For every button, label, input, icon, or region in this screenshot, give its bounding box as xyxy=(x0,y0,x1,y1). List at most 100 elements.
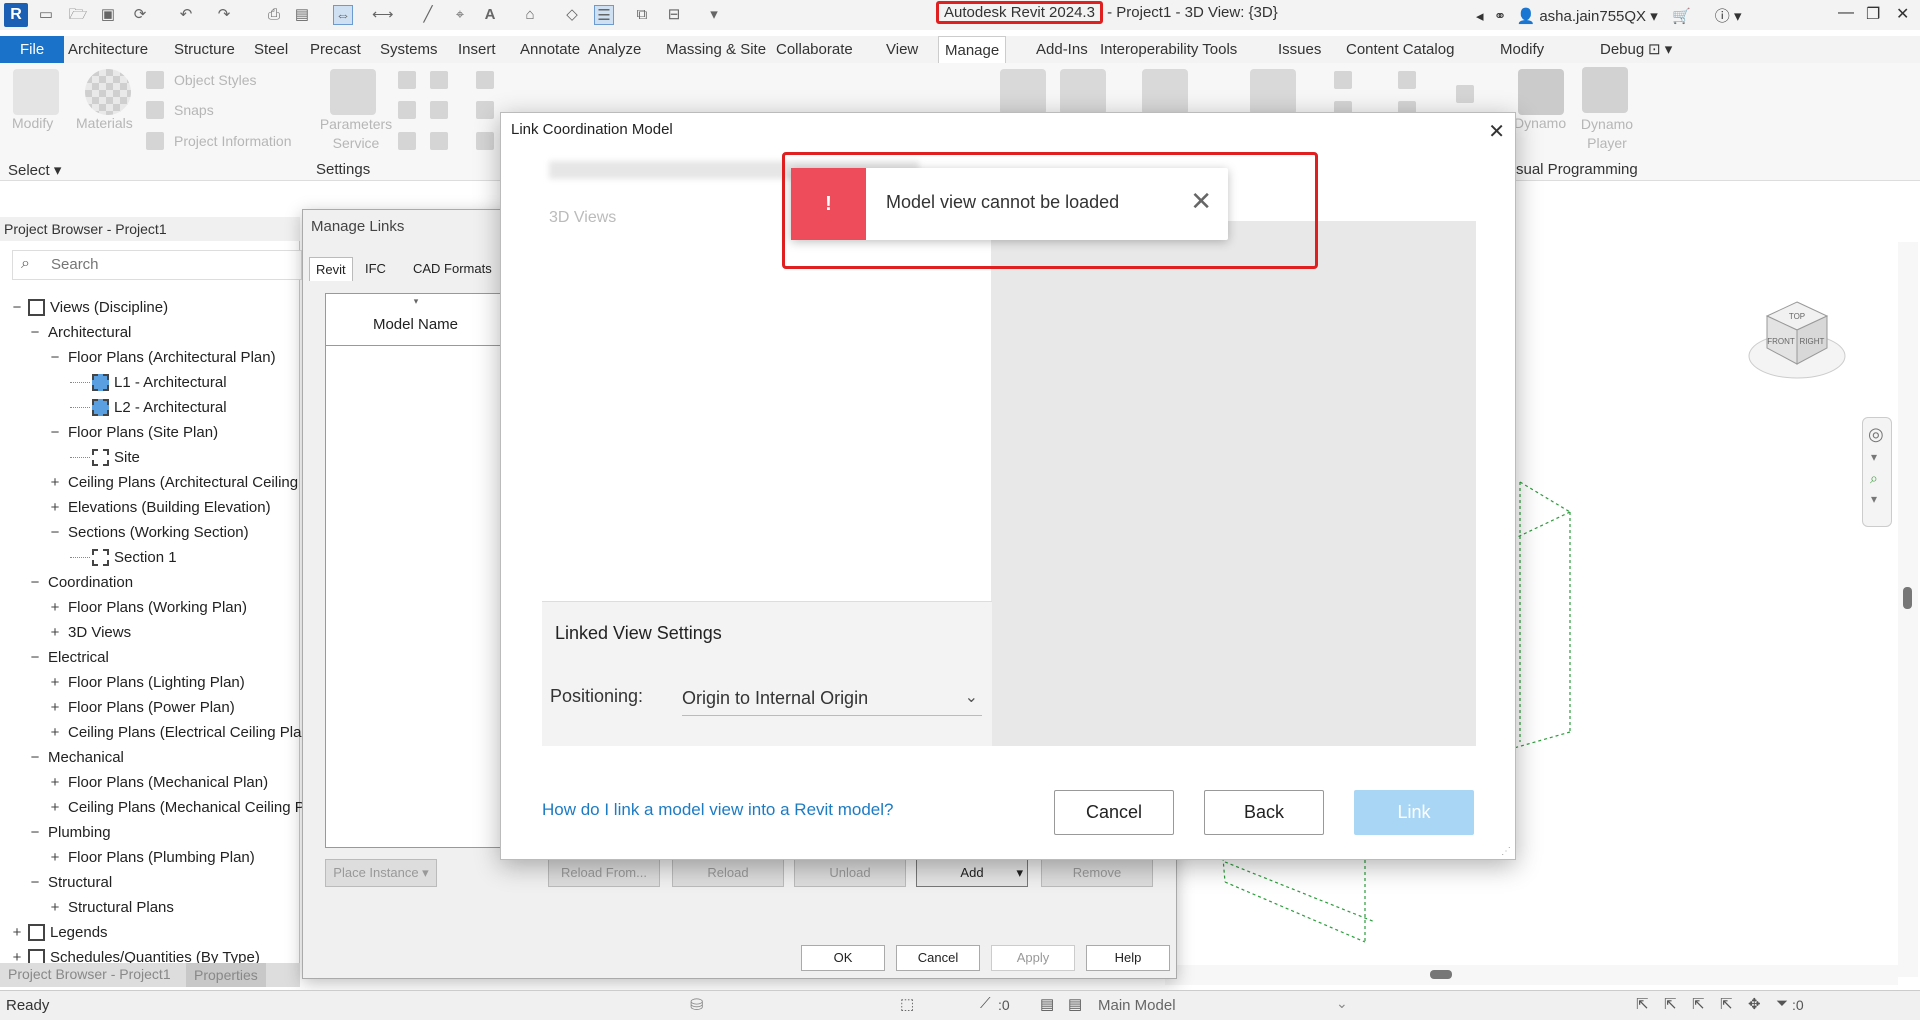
dynamo-player-icon[interactable] xyxy=(1582,67,1628,113)
tab-architecture[interactable]: Architecture xyxy=(62,36,154,63)
modify-arrow-icon[interactable] xyxy=(13,69,59,115)
redo-icon[interactable]: ↷ xyxy=(214,5,234,25)
project-information-label[interactable]: Project Information xyxy=(174,133,292,149)
ribbon-tool-icon[interactable] xyxy=(430,101,448,119)
expand-icon[interactable]: + xyxy=(48,595,62,620)
materials-label[interactable]: Materials xyxy=(76,115,133,131)
collapse-icon[interactable]: − xyxy=(28,820,42,845)
3d-house-icon[interactable]: ⌂ xyxy=(520,5,540,25)
ribbon-tool-icon[interactable] xyxy=(1456,85,1474,103)
drag-elements-icon[interactable]: ✥ xyxy=(1748,995,1761,1013)
ribbon-tool-icon[interactable] xyxy=(1000,69,1046,115)
back-button[interactable]: Back xyxy=(1204,790,1324,835)
line-icon[interactable]: ╱ xyxy=(418,5,438,25)
switch-windows-icon[interactable]: ⊟ xyxy=(664,5,684,25)
tree-item[interactable]: + Floor Plans (Power Plan) xyxy=(0,695,300,720)
snaps-icon[interactable] xyxy=(146,101,164,119)
vertical-scrollbar[interactable] xyxy=(1898,242,1918,977)
tree-item[interactable]: − Architectural xyxy=(0,320,300,345)
tab-view[interactable]: View xyxy=(880,36,924,63)
tab-modify[interactable]: Modify xyxy=(1494,36,1550,63)
link-button[interactable]: Link xyxy=(1354,790,1474,835)
viewcube[interactable]: TOP FRONT RIGHT xyxy=(1742,296,1852,391)
tree-item[interactable]: − Structural xyxy=(0,870,300,895)
column-model-name[interactable]: ▾ Model Name xyxy=(326,294,506,346)
tree-item[interactable]: + Floor Plans (Mechanical Plan) xyxy=(0,770,300,795)
expand-icon[interactable]: + xyxy=(48,720,62,745)
modify-tool-label[interactable]: Modify xyxy=(12,115,53,131)
tree-item[interactable]: +3D Views xyxy=(0,620,300,645)
tab-issues[interactable]: Issues xyxy=(1272,36,1327,63)
binoculars-icon[interactable]: ⚭ xyxy=(1494,8,1507,25)
tree-item[interactable]: + Ceiling Plans (Architectural Ceiling P xyxy=(0,470,313,495)
expand-icon[interactable]: + xyxy=(48,695,62,720)
parameters-service-icon[interactable] xyxy=(330,69,376,115)
save-icon[interactable]: ▣ xyxy=(98,5,118,25)
vertical-scroll-thumb[interactable] xyxy=(1903,587,1912,609)
tag-icon[interactable]: ⌖ xyxy=(450,5,470,25)
zoom-icon[interactable]: ⌕ xyxy=(1870,470,1878,487)
collapse-icon[interactable]: − xyxy=(48,420,62,445)
tab-massing-site[interactable]: Massing & Site xyxy=(660,36,772,63)
open-icon[interactable]: 🗁 xyxy=(68,5,88,25)
tree-item[interactable]: + Floor Plans (Lighting Plan) xyxy=(0,670,300,695)
undo-icon[interactable]: ↶ xyxy=(176,5,196,25)
expand-icon[interactable]: + xyxy=(10,920,24,945)
ribbon-tool-icon[interactable] xyxy=(1142,69,1188,115)
tab-collaborate[interactable]: Collaborate xyxy=(770,36,859,63)
unload-button[interactable]: Unload xyxy=(794,859,906,887)
zoom-dropdown-icon[interactable]: ▾ xyxy=(1871,492,1877,506)
tab-project-browser[interactable]: Project Browser - Project1 xyxy=(8,966,171,982)
ribbon-tool-icon[interactable] xyxy=(398,71,416,89)
cancel-button[interactable]: Cancel xyxy=(1054,790,1174,835)
back-arrow-icon[interactable]: ◂ xyxy=(1476,8,1484,25)
tab-revit[interactable]: Revit xyxy=(309,257,353,281)
steering-wheel-icon[interactable]: ◎ xyxy=(1868,424,1884,445)
tab-steel[interactable]: Steel xyxy=(248,36,294,63)
minimize-icon[interactable]: — xyxy=(1838,4,1854,22)
tree-item[interactable]: + Structural Plans xyxy=(0,895,300,920)
remove-button[interactable]: Remove xyxy=(1041,859,1153,887)
text-icon[interactable]: A xyxy=(480,5,500,25)
model-icon[interactable]: ▤ xyxy=(1040,995,1054,1013)
sheet-icon[interactable]: ▤ xyxy=(292,5,312,25)
dimension-icon[interactable]: ⟷ xyxy=(372,5,394,25)
tree-item[interactable]: L1 - Architectural xyxy=(0,370,300,395)
ok-button[interactable]: OK xyxy=(801,945,885,971)
model-dropdown-icon[interactable]: ▤ xyxy=(1068,995,1082,1013)
project-browser-search[interactable]: ⌕ xyxy=(12,250,302,280)
close-window-icon[interactable]: ✕ xyxy=(1896,4,1909,24)
tab-properties[interactable]: Properties xyxy=(186,963,266,987)
tab-manage[interactable]: Manage xyxy=(938,36,1007,63)
user-name[interactable]: asha.jain755QX xyxy=(1539,8,1646,25)
place-instance-dropdown[interactable]: Place Instance ▾ xyxy=(325,859,437,887)
tab-insert[interactable]: Insert xyxy=(452,36,502,63)
tab-file[interactable]: File xyxy=(0,36,65,63)
dynamo-label[interactable]: Dynamo xyxy=(1514,115,1566,131)
tree-item[interactable]: − Sections (Working Section) xyxy=(0,520,300,545)
ribbon-tool-icon[interactable] xyxy=(398,132,416,150)
tree-item[interactable]: − Coordination xyxy=(0,570,300,595)
tree-item[interactable]: − Plumbing xyxy=(0,820,300,845)
ribbon-tool-icon[interactable] xyxy=(476,101,494,119)
tab-interoperability-tools[interactable]: Interoperability Tools xyxy=(1094,36,1243,63)
close-icon[interactable]: ✕ xyxy=(1190,186,1212,216)
add-button[interactable]: Add ▾ xyxy=(916,859,1028,887)
ribbon-tool-icon[interactable] xyxy=(430,71,448,89)
measure-icon[interactable]: ⇔ xyxy=(333,5,353,25)
tree-item[interactable]: + Ceiling Plans (Mechanical Ceiling Pl xyxy=(0,795,309,820)
filter-icon[interactable]: ⏷ xyxy=(1776,995,1788,1012)
tab-analyze[interactable]: Analyze xyxy=(582,36,647,63)
expand-icon[interactable]: + xyxy=(48,795,62,820)
expand-icon[interactable]: + xyxy=(48,495,62,520)
project-info-icon[interactable] xyxy=(146,132,164,150)
help-button[interactable]: Help xyxy=(1086,945,1170,971)
editable-icon[interactable]: ⬚ xyxy=(900,995,914,1013)
expand-icon[interactable]: + xyxy=(48,620,62,645)
collapse-icon[interactable]: − xyxy=(48,345,62,370)
reload-from-button[interactable]: Reload From... xyxy=(548,859,660,887)
collapse-icon[interactable]: − xyxy=(28,570,42,595)
tab-annotate[interactable]: Annotate xyxy=(514,36,586,63)
customize-qat-icon[interactable]: ▾ xyxy=(704,5,724,25)
expand-icon[interactable]: + xyxy=(48,895,62,920)
